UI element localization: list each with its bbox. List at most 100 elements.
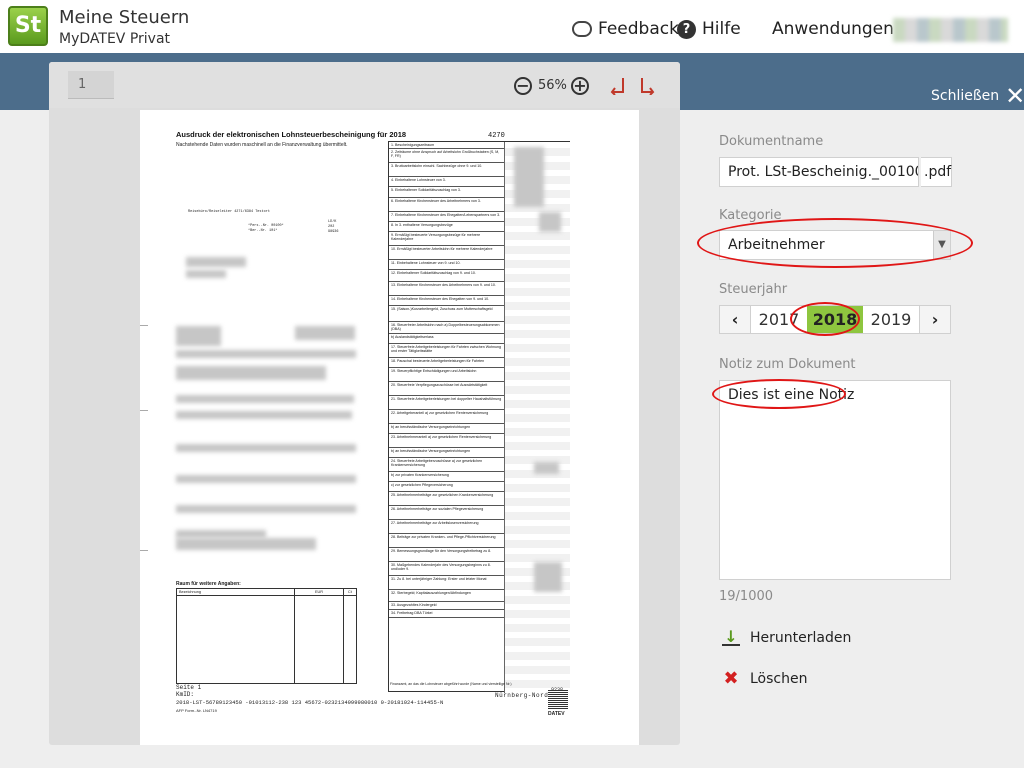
page-number-input[interactable] xyxy=(68,71,114,99)
tax-row: c) zur gesetzlichen Pflegeversicherung xyxy=(389,482,504,492)
raum-header: Bezeichnung EUR Ct xyxy=(177,589,356,596)
app-title: Meine Steuern xyxy=(59,7,190,28)
kategorie-label: Kategorie xyxy=(719,208,782,223)
tax-row: 11. Einbehaltene Lohnsteuer von 9. und 1… xyxy=(389,260,504,270)
tax-row: 12. Einbehaltener Solidaritätszuschlag v… xyxy=(389,270,504,282)
pers-nr: *Pers.-Nr. 00100* xyxy=(248,224,284,228)
help-link[interactable]: ? Hilfe xyxy=(677,18,741,40)
blurred-values xyxy=(534,562,562,592)
raum-divider xyxy=(294,589,295,683)
blurred-text xyxy=(176,350,356,358)
blurred-values xyxy=(514,147,544,207)
tax-row: 19. Steuerpflichtige Entschädigungen und… xyxy=(389,368,504,382)
note-char-counter: 19/1000 xyxy=(719,589,774,604)
tax-row: 24. Steuerfreie Arbeitgeberzuschüsse a) … xyxy=(389,458,504,472)
applications-link[interactable]: Anwendungen xyxy=(749,18,894,40)
year-option-2017[interactable]: 2017 xyxy=(751,306,807,333)
document-title: Ausdruck der elektronischen Lohnsteuerbe… xyxy=(176,130,407,139)
margin-tick xyxy=(140,325,148,326)
help-label: Hilfe xyxy=(702,19,741,39)
rotate-right-icon[interactable] xyxy=(636,75,656,95)
docname-label: Dokumentname xyxy=(719,134,824,149)
zoom-in-icon[interactable]: + xyxy=(571,77,589,95)
tax-row: 7. Einbehaltene Kirchensteuer des Ehegat… xyxy=(389,212,504,222)
tax-row: 5. Einbehaltener Solidaritätszuschlag vo… xyxy=(389,187,504,198)
kmid-label: KmID: xyxy=(176,690,195,698)
tax-row: 18. Pauschal besteuerte Arbeitgeberleist… xyxy=(389,358,504,368)
docname-input[interactable]: Prot. LSt-Bescheinig._00100_X02 xyxy=(719,157,919,187)
tax-row: 26. Arbeitnehmerbeiträge zur sozialen Pf… xyxy=(389,506,504,520)
tax-row: 21. Steuerfreie Arbeitgeberleistungen be… xyxy=(389,396,504,410)
raum-table: Bezeichnung EUR Ct xyxy=(176,588,357,684)
download-button[interactable]: ↓ Herunterladen xyxy=(722,629,852,646)
blurred-text xyxy=(295,326,355,340)
app-grid-icon xyxy=(749,21,766,38)
employer-line: Reisebüro/Reiseleiter 4271/6384 Testort xyxy=(188,210,270,214)
tax-row: b) Auslandstätigkeitserlass xyxy=(389,334,504,344)
year-selector: ‹ 2017 2018 2019 › xyxy=(719,305,951,334)
afp-form-number: AFP Form.-Nr. LN4719 xyxy=(176,708,217,713)
raum-title: Raum für weitere Angaben: xyxy=(176,581,241,587)
note-label: Notiz zum Dokument xyxy=(719,357,856,372)
blurred-text xyxy=(176,395,354,403)
ldk-val1: 202 xyxy=(328,225,335,229)
year-label: Steuerjahr xyxy=(719,282,788,297)
kategorie-select[interactable]: Arbeitnehmer ▼ xyxy=(719,230,951,260)
kategorie-value: Arbeitnehmer xyxy=(728,237,825,253)
tax-row: 17. Steuerfreie Arbeitgeberleistungen fü… xyxy=(389,344,504,358)
tax-row: 22. Arbeitgeberanteil a) zur gesetzliche… xyxy=(389,410,504,424)
year-next-button[interactable]: › xyxy=(919,306,950,333)
applications-label: Anwendungen xyxy=(772,19,894,39)
tax-row: 23. Arbeitnehmeranteil a) zur gesetzlich… xyxy=(389,434,504,448)
raum-col-bezeichnung: Bezeichnung xyxy=(179,590,201,594)
margin-tick xyxy=(140,410,148,411)
blurred-values xyxy=(534,462,559,474)
top-bar: St Meine Steuern MyDATEV Privat Feedback… xyxy=(0,0,1024,53)
blurred-text xyxy=(176,505,356,513)
raum-col-eur: EUR xyxy=(315,590,324,594)
download-label: Herunterladen xyxy=(750,630,852,646)
tax-row: 28. Beiträge zur privaten Kranken- und P… xyxy=(389,534,504,548)
chat-bubble-icon xyxy=(572,21,592,37)
raum-col-ct: Ct xyxy=(348,590,352,594)
tax-row: 33. Ausgezahltes Kindergeld xyxy=(389,602,504,610)
tax-row: 9. Ermäßigt besteuerte Versorgungsbezüge… xyxy=(389,232,504,246)
tax-data-table: 1. Bescheinigungszeitraum 2. Zeiträume oh… xyxy=(388,141,570,693)
delete-label: Löschen xyxy=(750,670,808,687)
app-logo[interactable]: St xyxy=(8,6,48,46)
ldk-val2: 98936 xyxy=(328,230,339,234)
feedback-link[interactable]: Feedback xyxy=(572,18,679,40)
blurred-text xyxy=(176,475,356,483)
ldk-label: LD/K xyxy=(328,220,337,224)
note-textarea[interactable]: Dies ist eine Notiz xyxy=(719,380,951,580)
tax-row: 25. Arbeitnehmerbeiträge zur gesetzliche… xyxy=(389,492,504,506)
tax-row: 31. Zu 8. bei unterjähriger Zahlung: Ers… xyxy=(389,576,504,590)
blurred-text xyxy=(186,257,246,267)
download-icon: ↓ xyxy=(722,629,740,646)
tax-row: 32. Sterbegeld; Kapitalauszahlungen/Abfi… xyxy=(389,590,504,602)
close-button[interactable]: Schließen ✕ xyxy=(931,82,1024,110)
user-menu-blurred[interactable] xyxy=(893,18,1008,42)
chevron-down-icon[interactable]: ▼ xyxy=(933,231,950,259)
tax-row: 15. (Saison-)Kurzarbeitergeld, Zuschuss … xyxy=(389,306,504,322)
zoom-out-icon[interactable]: − xyxy=(514,77,532,95)
tax-row: 8. In 3. enthaltene Versorgungsbezüge xyxy=(389,222,504,232)
tax-row: 14. Einbehaltene Kirchensteuer des Ehega… xyxy=(389,296,504,306)
datev-barcode xyxy=(548,690,568,710)
tax-row: 20. Steuerfreie Verpflegungszuschüsse be… xyxy=(389,382,504,396)
year-option-2019[interactable]: 2019 xyxy=(863,306,919,333)
year-option-2018[interactable]: 2018 xyxy=(807,306,863,333)
year-prev-button[interactable]: ‹ xyxy=(720,306,751,333)
page-number-label: Seite 1 KmID: xyxy=(176,684,201,698)
blurred-text xyxy=(176,366,326,380)
blurred-values xyxy=(539,212,561,232)
delete-x-icon: ✖ xyxy=(723,668,739,689)
document-page: Ausdruck der elektronischen Lohnsteuerbe… xyxy=(140,110,639,745)
rotate-left-icon[interactable] xyxy=(609,75,629,95)
delete-button[interactable]: ✖ Löschen xyxy=(722,668,807,689)
close-icon: ✕ xyxy=(1005,82,1024,110)
tax-row: 2. Zeiträume ohne Anspruch auf Arbeitslo… xyxy=(389,149,504,163)
blurred-text xyxy=(176,538,316,550)
app-subtitle: MyDATEV Privat xyxy=(59,31,171,47)
tax-row: 4. Einbehaltene Lohnsteuer von 3. xyxy=(389,177,504,187)
